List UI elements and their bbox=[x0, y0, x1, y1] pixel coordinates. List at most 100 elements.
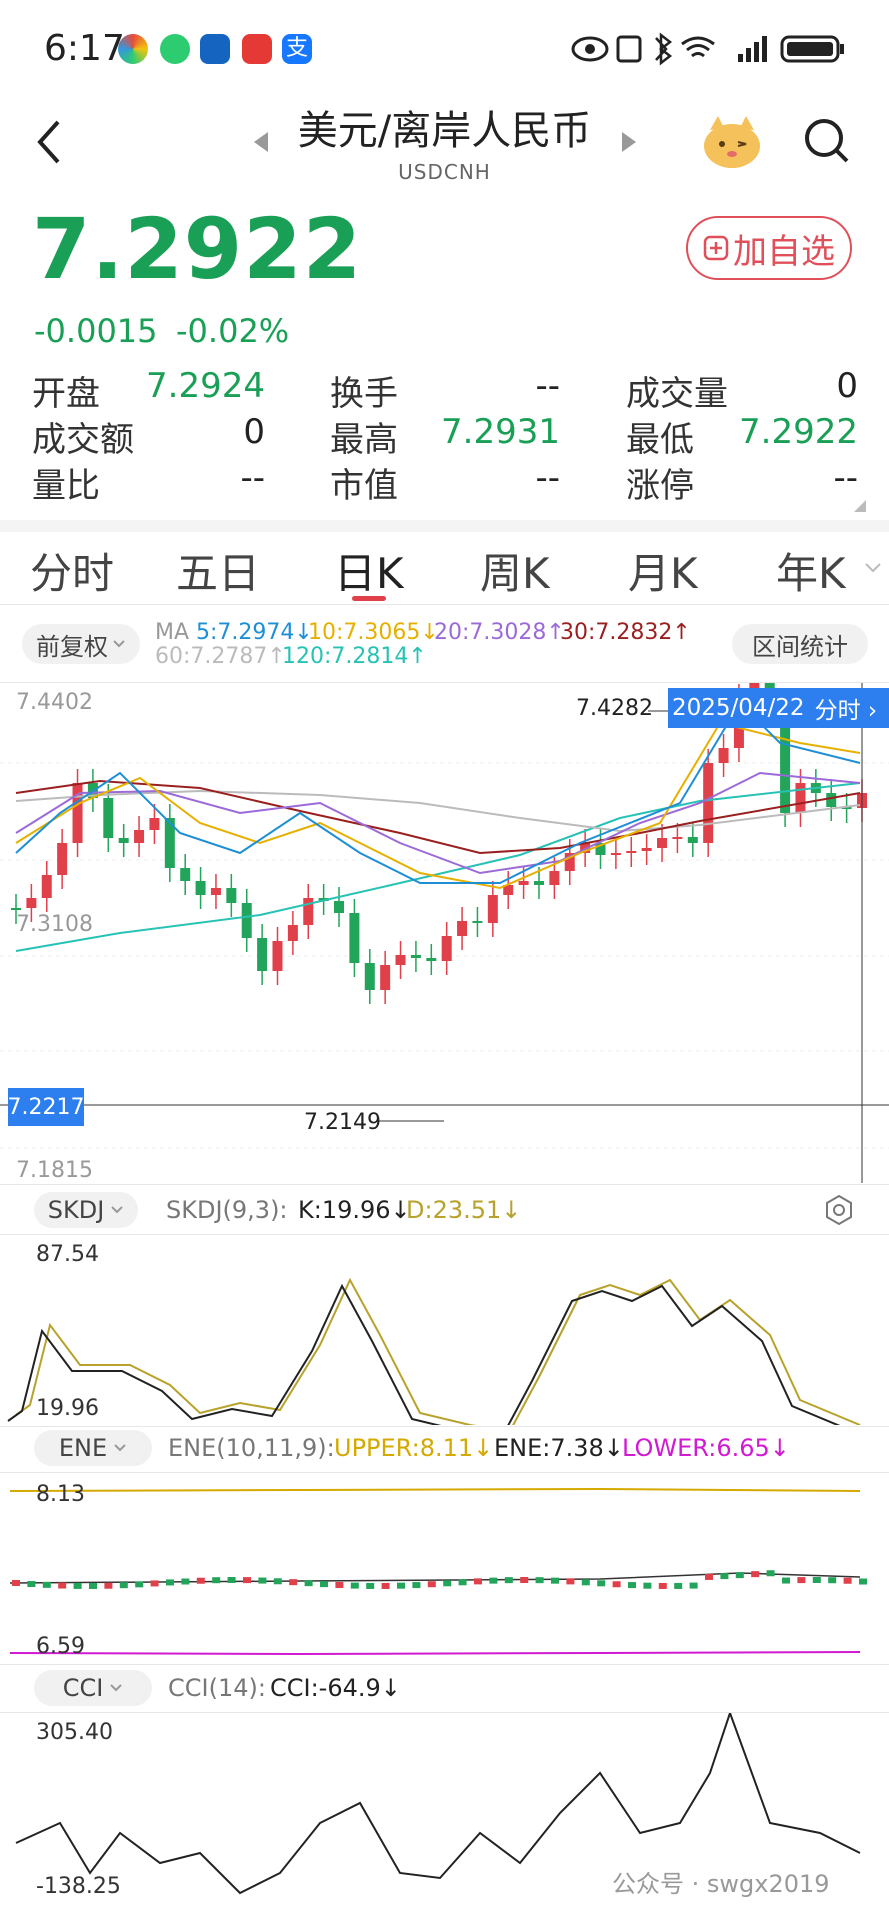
candle-body bbox=[57, 843, 68, 875]
ene-candle bbox=[766, 1570, 775, 1577]
ene-candle bbox=[720, 1573, 729, 1580]
add-watchlist-button[interactable]: 加自选 bbox=[686, 216, 852, 280]
cci-top-label: 305.40 bbox=[36, 1720, 113, 1745]
skdj-d-value: D:23.51↓ bbox=[406, 1196, 522, 1224]
tab-monthly-k[interactable]: 月K bbox=[628, 540, 698, 601]
ene-candle bbox=[27, 1580, 36, 1587]
ene-candle bbox=[258, 1577, 267, 1584]
panel-divider bbox=[0, 1184, 889, 1185]
ene-dropdown[interactable]: ENE bbox=[34, 1430, 152, 1466]
search-icon[interactable] bbox=[802, 116, 850, 166]
ene-upper-line bbox=[9, 1487, 861, 1492]
skdj-bottom-label: 19.96 bbox=[36, 1396, 99, 1421]
candle-body bbox=[118, 838, 129, 843]
candle-body bbox=[149, 818, 160, 830]
skdj-chart[interactable] bbox=[0, 1235, 889, 1425]
candle-body bbox=[610, 853, 621, 855]
candle-body bbox=[26, 898, 37, 908]
candle-body bbox=[441, 936, 452, 961]
stat-label: 开盘 bbox=[32, 374, 100, 414]
range-stats-button[interactable]: 区间统计 bbox=[732, 624, 868, 664]
ene-candle bbox=[859, 1578, 867, 1585]
candle-body bbox=[826, 793, 837, 807]
low-marker-label: 7.2149 bbox=[304, 1110, 381, 1135]
skdj-d-line bbox=[15, 1277, 861, 1425]
stat-label: 市值 bbox=[330, 466, 398, 506]
ma30-value: 30:7.2832↑ bbox=[560, 620, 691, 645]
ene-candle bbox=[412, 1582, 421, 1589]
crosshair-price: 7.2217 bbox=[8, 1088, 85, 1126]
skdj-dropdown[interactable]: SKDJ bbox=[34, 1192, 138, 1228]
candle-body bbox=[626, 851, 637, 853]
skdj-name: SKDJ(9,3): bbox=[166, 1196, 288, 1224]
candle-body bbox=[395, 955, 406, 965]
ene-candle bbox=[489, 1577, 498, 1584]
ene-candle bbox=[427, 1581, 436, 1588]
chevron-down-icon bbox=[113, 640, 125, 648]
crosshair-date-text: 2025/04/22 bbox=[672, 695, 805, 721]
ene-candle bbox=[828, 1577, 837, 1584]
stat-value: 0 bbox=[836, 366, 858, 406]
ene-candle bbox=[366, 1582, 375, 1589]
ene-candle bbox=[320, 1581, 328, 1588]
ene-candle bbox=[166, 1579, 174, 1586]
add-watchlist-label: 加自选 bbox=[733, 231, 835, 272]
ene-candle bbox=[458, 1579, 467, 1586]
tab-five-day[interactable]: 五日 bbox=[176, 540, 260, 601]
ene-candle bbox=[58, 1582, 67, 1589]
candle-body bbox=[195, 881, 206, 895]
candle-body bbox=[134, 830, 145, 843]
ene-candle bbox=[243, 1577, 251, 1584]
candle-body bbox=[287, 925, 298, 941]
tab-yearly-k[interactable]: 年K bbox=[776, 540, 846, 601]
candlestick-chart[interactable] bbox=[0, 683, 889, 1183]
candle-body bbox=[641, 848, 652, 851]
ma60-value: 60:7.2787↑ bbox=[155, 644, 286, 669]
adjust-dropdown[interactable]: 前复权 bbox=[22, 624, 140, 664]
ene-candle bbox=[735, 1572, 744, 1579]
crosshair-date[interactable]: 2025/04/22 分时 › bbox=[668, 688, 889, 728]
ma120-line bbox=[15, 782, 861, 952]
ene-lower-value: LOWER:6.65↓ bbox=[622, 1434, 790, 1462]
ene-candle bbox=[335, 1581, 344, 1588]
ene-chart[interactable] bbox=[0, 1473, 889, 1663]
ene-candle bbox=[12, 1580, 20, 1586]
cci-value: CCI:-64.9↓ bbox=[270, 1674, 401, 1702]
ene-candle bbox=[150, 1580, 159, 1587]
stat-value: -- bbox=[240, 458, 265, 498]
ene-candle bbox=[643, 1582, 652, 1589]
ene-candle bbox=[705, 1573, 713, 1580]
expand-corner-icon[interactable] bbox=[854, 500, 866, 512]
tab-weekly-k[interactable]: 周K bbox=[480, 540, 550, 601]
candle-body bbox=[549, 871, 560, 885]
stat-label: 换手 bbox=[330, 374, 398, 414]
ene-candle bbox=[443, 1580, 452, 1587]
active-tab-indicator bbox=[352, 596, 386, 601]
tab-daily-k[interactable]: 日K bbox=[334, 540, 404, 601]
ene-candle bbox=[73, 1582, 82, 1589]
candle-body bbox=[11, 908, 21, 910]
candle-body bbox=[380, 965, 391, 990]
settings-icon[interactable] bbox=[824, 1194, 854, 1226]
ene-candle bbox=[289, 1579, 298, 1586]
plus-box-icon bbox=[703, 235, 729, 261]
candle-body bbox=[410, 955, 421, 958]
candle-body bbox=[241, 903, 252, 938]
kchart-top-label: 7.4402 bbox=[16, 690, 93, 715]
mascot-icon[interactable] bbox=[700, 112, 764, 170]
candle-body bbox=[103, 798, 114, 838]
chevron-down-icon[interactable] bbox=[864, 562, 882, 574]
stat-label: 成交量 bbox=[626, 374, 728, 414]
adjust-label: 前复权 bbox=[36, 632, 108, 661]
ma120-value: 120:7.2814↑ bbox=[282, 644, 427, 669]
high-marker-label: 7.4282 bbox=[576, 696, 653, 721]
intraday-link[interactable]: 分时 › bbox=[815, 691, 878, 725]
section-divider bbox=[0, 520, 889, 532]
ene-candle bbox=[196, 1577, 205, 1584]
candle-body bbox=[364, 963, 375, 990]
skdj-k-value: K:19.96↓ bbox=[298, 1196, 411, 1224]
ma10-value: 10:7.3065↓ bbox=[308, 620, 439, 645]
cci-dropdown[interactable]: CCI bbox=[34, 1670, 152, 1706]
app-notification-icon bbox=[242, 34, 272, 64]
tab-intraday[interactable]: 分时 bbox=[30, 540, 114, 601]
